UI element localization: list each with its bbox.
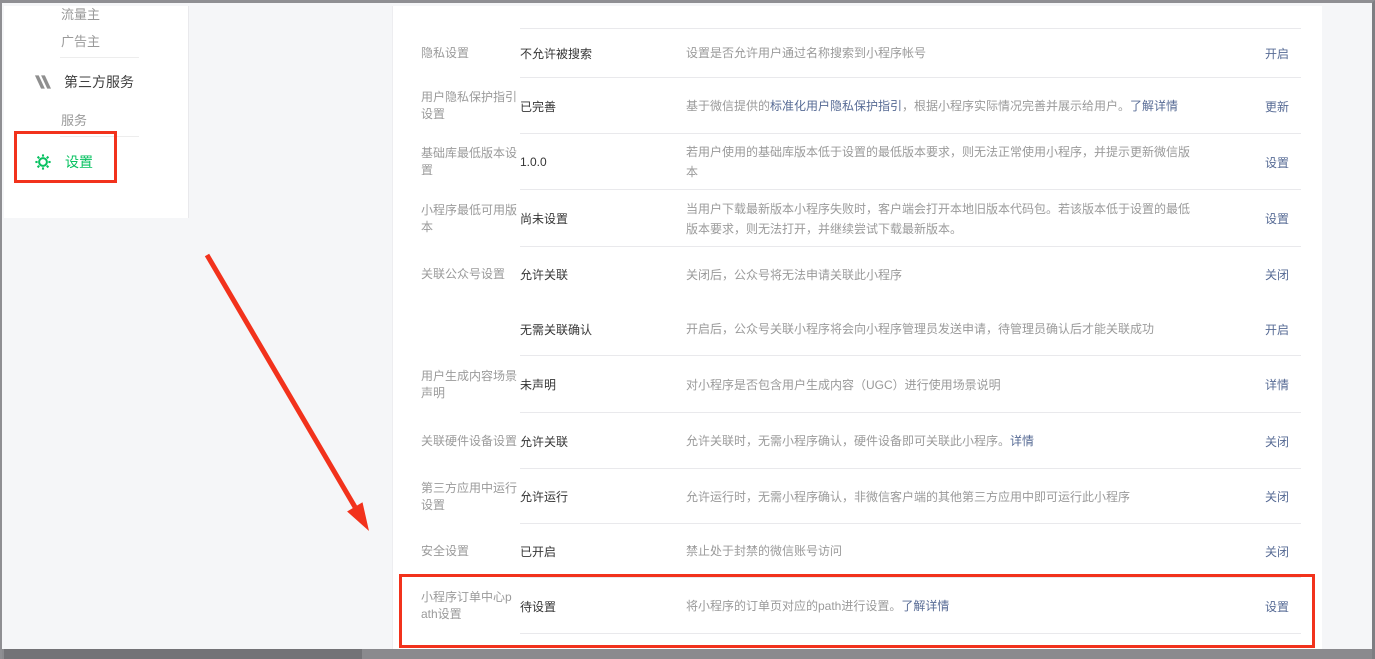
description-text: 设置是否允许用户通过名称搜索到小程序帐号 [686,46,926,60]
settings-row: 关联硬件设备设置允许关联允许关联时，无需小程序确认，硬件设备即可关联此小程序。详… [393,413,1322,469]
setting-description: 禁止处于封禁的微信账号访问 [686,541,1229,561]
third-party-icon [33,74,51,90]
settings-table: 隐私设置不允许被搜索设置是否允许用户通过名称搜索到小程序帐号开启用户隐私保护指引… [393,28,1322,634]
sidebar-item-label: 流量主 [61,4,100,23]
action-link[interactable]: 设置 [1229,210,1289,227]
action-link[interactable]: 关闭 [1229,488,1289,505]
setting-description: 允许关联时，无需小程序确认，硬件设备即可关联此小程序。详情 [686,431,1229,451]
setting-value: 已完善 [518,98,686,115]
description-text: 允许关联时，无需小程序确认，硬件设备即可关联此小程序。 [686,434,1010,448]
settings-row: 用户隐私保护指引设置已完善基于微信提供的标准化用户隐私保护指引，根据小程序实际情… [393,78,1322,134]
inline-link[interactable]: 详情 [1010,434,1034,448]
settings-row: 用户生成内容场景声明未声明对小程序是否包含用户生成内容（UGC）进行使用场景说明… [393,356,1322,413]
description-text: 基于微信提供的 [686,99,770,113]
scrollbar-thumb[interactable] [4,649,362,659]
setting-description: 设置是否允许用户通过名称搜索到小程序帐号 [686,43,1229,63]
action-link[interactable]: 开启 [1229,321,1289,338]
setting-description: 基于微信提供的标准化用户隐私保护指引，根据小程序实际情况完善并展示给用户。了解详… [686,96,1229,116]
setting-value: 1.0.0 [518,155,686,169]
settings-row: 小程序最低可用版本尚未设置当用户下载最新版本小程序失败时，客户端会打开本地旧版本… [393,190,1322,247]
setting-description: 开启后，公众号关联小程序将会向小程序管理员发送申请，待管理员确认后才能关联成功 [686,319,1229,339]
sidebar-item-label: 广告主 [61,31,100,50]
description-text: 若用户使用的基础库版本低于设置的最低版本要求，则无法正常使用小程序，并提示更新微… [686,145,1190,179]
settings-row: 关联公众号设置允许关联关闭后，公众号将无法申请关联此小程序 关闭 [393,247,1322,302]
settings-row: 安全设置已开启禁止处于封禁的微信账号访问 关闭 [393,524,1322,578]
action-link[interactable]: 关闭 [1229,433,1289,450]
setting-description: 对小程序是否包含用户生成内容（UGC）进行使用场景说明 [686,375,1229,395]
setting-label: 关联硬件设备设置 [421,433,518,450]
settings-row: 隐私设置不允许被搜索设置是否允许用户通过名称搜索到小程序帐号 开启 [393,28,1322,78]
setting-value: 已开启 [518,543,686,560]
settings-row: 基础库最低版本设置1.0.0若用户使用的基础库版本低于设置的最低版本要求，则无法… [393,134,1322,190]
settings-row: 无需关联确认开启后，公众号关联小程序将会向小程序管理员发送申请，待管理员确认后才… [393,302,1322,356]
setting-description: 允许运行时，无需小程序确认，非微信客户端的其他第三方应用中即可运行此小程序 [686,487,1229,507]
inline-link[interactable]: 标准化用户隐私保护指引 [770,99,902,113]
setting-label: 基础库最低版本设置 [421,145,518,179]
description-text: 对小程序是否包含用户生成内容（UGC）进行使用场景说明 [686,378,1001,392]
setting-label: 用户生成内容场景声明 [421,368,518,402]
description-text: 当用户下载最新版本小程序失败时，客户端会打开本地旧版本代码包。若该版本低于设置的… [686,202,1190,236]
annotation-arrow [197,248,382,543]
setting-value: 未声明 [518,376,686,393]
sidebar-item-label: 第三方服务 [64,72,134,92]
settings-panel: 隐私设置不允许被搜索设置是否允许用户通过名称搜索到小程序帐号开启用户隐私保护指引… [392,6,1322,652]
action-link[interactable]: 更新 [1229,98,1289,115]
setting-label: 隐私设置 [421,45,518,62]
setting-label: 用户隐私保护指引设置 [421,89,518,123]
description-text: 禁止处于封禁的微信账号访问 [686,544,842,558]
description-text: 关闭后，公众号将无法申请关联此小程序 [686,268,902,282]
setting-value: 尚未设置 [518,210,686,227]
description-text: 允许运行时，无需小程序确认，非微信客户端的其他第三方应用中即可运行此小程序 [686,490,1130,504]
action-link[interactable]: 开启 [1229,45,1289,62]
sidebar-item-services[interactable]: 服务 [61,110,87,129]
app-window: 流量主广告主第三方服务服务设置 隐私设置不允许被搜索设置是否允许用户通过名称搜索… [0,0,1375,659]
sidebar-divider [60,57,139,58]
setting-value: 允许关联 [518,433,686,450]
setting-value: 无需关联确认 [518,321,686,338]
action-link[interactable]: 设置 [1229,154,1289,171]
action-link[interactable]: 关闭 [1229,543,1289,560]
action-link[interactable]: 详情 [1229,376,1289,393]
sidebar-item-third-party-services[interactable]: 第三方服务 [33,72,134,92]
action-link[interactable]: 关闭 [1229,266,1289,283]
setting-label: 安全设置 [421,543,518,560]
annotation-box-sidebar-settings [14,131,117,183]
sidebar-item-traffic-owner[interactable]: 流量主 [61,4,100,23]
sidebar: 流量主广告主第三方服务服务设置 [4,6,189,218]
sidebar-item-label: 服务 [61,110,87,129]
setting-label: 小程序最低可用版本 [421,202,518,236]
setting-description: 关闭后，公众号将无法申请关联此小程序 [686,265,1229,285]
setting-label: 关联公众号设置 [421,266,518,283]
description-text: ，根据小程序实际情况完善并展示给用户。 [902,99,1130,113]
horizontal-scrollbar[interactable] [2,649,1372,659]
setting-value: 不允许被搜索 [518,45,686,62]
setting-value: 允许关联 [518,266,686,283]
description-text: 开启后，公众号关联小程序将会向小程序管理员发送申请，待管理员确认后才能关联成功 [686,322,1154,336]
sidebar-item-advertiser[interactable]: 广告主 [61,31,100,50]
setting-label: 第三方应用中运行设置 [421,480,518,514]
setting-description: 若用户使用的基础库版本低于设置的最低版本要求，则无法正常使用小程序，并提示更新微… [686,142,1229,182]
annotation-box-path-row [399,574,1315,648]
inline-link[interactable]: 了解详情 [1130,99,1178,113]
settings-row: 第三方应用中运行设置允许运行允许运行时，无需小程序确认，非微信客户端的其他第三方… [393,469,1322,524]
setting-description: 当用户下载最新版本小程序失败时，客户端会打开本地旧版本代码包。若该版本低于设置的… [686,199,1229,239]
setting-value: 允许运行 [518,488,686,505]
